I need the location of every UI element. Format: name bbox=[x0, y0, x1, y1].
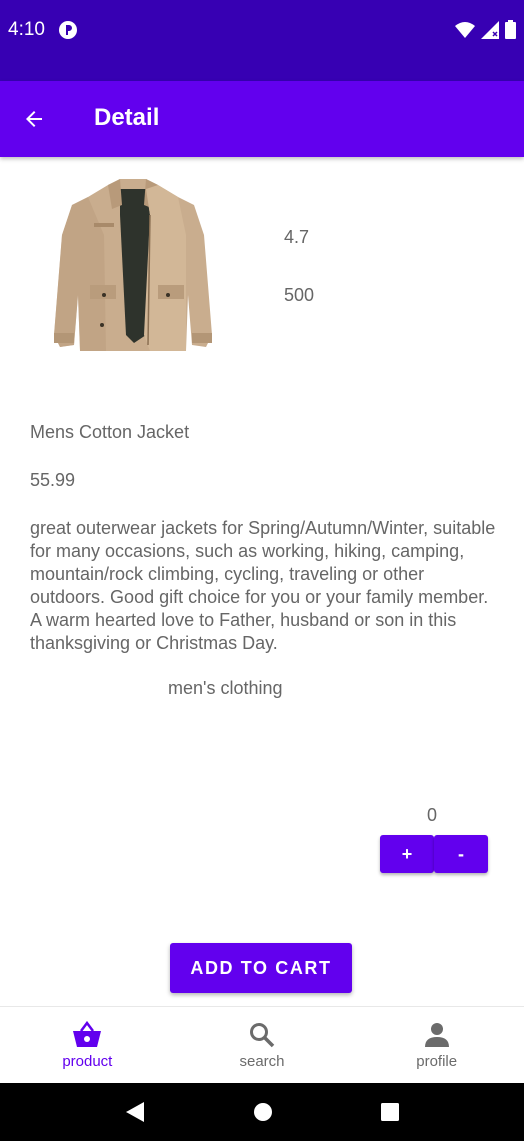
nav-label-search: search bbox=[239, 1053, 285, 1070]
product-rating: 4.7 bbox=[284, 227, 310, 247]
basket-icon bbox=[73, 1021, 102, 1047]
status-icons bbox=[455, 20, 516, 39]
status-time: 4:10 bbox=[8, 19, 45, 40]
app-bar: Detail bbox=[0, 81, 524, 157]
person-icon bbox=[424, 1023, 449, 1047]
nav-label-product: product bbox=[62, 1053, 113, 1070]
status-bar: 4:10 bbox=[0, 0, 524, 81]
search-icon bbox=[250, 1023, 275, 1048]
app-notification-icon bbox=[59, 21, 77, 39]
product-description: great outerwear jackets for Spring/Autum… bbox=[30, 518, 496, 653]
wifi-icon bbox=[455, 21, 475, 38]
system-navigation-bar bbox=[0, 1083, 524, 1141]
system-back-icon[interactable] bbox=[124, 1100, 146, 1124]
increase-quantity-button[interactable]: + bbox=[380, 835, 434, 873]
product-image bbox=[54, 179, 212, 351]
nav-item-profile[interactable]: profile bbox=[349, 1007, 524, 1083]
decrease-quantity-button[interactable]: - bbox=[434, 835, 488, 873]
arrow-back-icon bbox=[26, 111, 42, 127]
quantity-value: 0 bbox=[427, 805, 438, 825]
page-title: Detail bbox=[94, 104, 160, 131]
add-to-cart-button[interactable]: ADD TO CART bbox=[170, 943, 352, 993]
product-rating-count: 500 bbox=[284, 285, 315, 305]
product-title: Mens Cotton Jacket bbox=[30, 422, 190, 442]
system-recents-icon[interactable] bbox=[380, 1102, 400, 1122]
bottom-navigation: product search profile bbox=[0, 1006, 524, 1083]
product-category: men's clothing bbox=[168, 678, 283, 698]
nav-item-search[interactable]: search bbox=[175, 1007, 350, 1083]
signal-icon bbox=[481, 20, 499, 39]
product-price: 55.99 bbox=[30, 470, 76, 490]
battery-icon bbox=[505, 20, 516, 39]
system-home-icon[interactable] bbox=[253, 1102, 273, 1122]
back-button[interactable] bbox=[14, 101, 54, 137]
nav-label-profile: profile bbox=[416, 1053, 458, 1070]
product-detail: 4.7 500 Mens Cotton Jacket 55.99 great o… bbox=[0, 157, 524, 1006]
nav-item-product[interactable]: product bbox=[0, 1007, 175, 1083]
